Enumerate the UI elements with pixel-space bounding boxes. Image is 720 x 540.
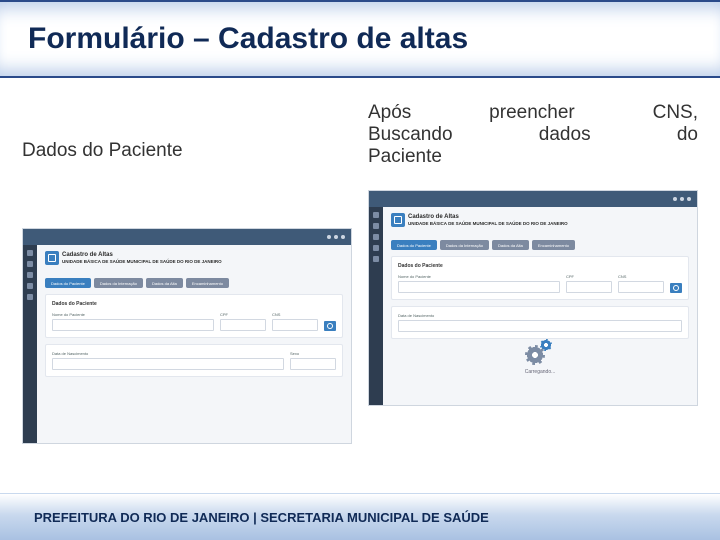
input-cns[interactable] — [618, 281, 664, 293]
sidebar-icon[interactable] — [373, 234, 379, 240]
slide-title: Formulário – Cadastro de altas — [28, 22, 468, 56]
topbar-icon — [341, 235, 345, 239]
footer-text: PREFEITURA DO RIO DE JANEIRO | SECRETARI… — [34, 510, 489, 525]
caption-text: preencher — [489, 102, 575, 124]
page-heading: Cadastro de Altas — [62, 252, 222, 258]
search-button[interactable] — [670, 283, 682, 293]
sidebar-icon[interactable] — [27, 272, 33, 278]
column-right: Após preencher CNS, Buscando dados do Pa… — [368, 102, 698, 444]
page-sub: UNIDADE BÁSICA DE SAÚDE MUNICIPAL DE SAÚ… — [62, 259, 222, 264]
sidebar-icon[interactable] — [373, 256, 379, 262]
left-caption: Dados do Paciente — [22, 102, 352, 218]
footer-bar: PREFEITURA DO RIO DE JANEIRO | SECRETARI… — [0, 493, 720, 540]
label-cns: CNS — [618, 274, 664, 279]
topbar-icon — [680, 197, 684, 201]
app-logo: Cadastro de Altas UNIDADE BÁSICA DE SAÚD… — [45, 251, 222, 265]
app-topbar — [23, 229, 351, 245]
tab-encaminhamento[interactable]: Encaminhamento — [186, 278, 229, 288]
tab-dados-paciente[interactable]: Dados do Paciente — [391, 240, 437, 250]
input-dn[interactable] — [52, 358, 284, 370]
topbar-icon — [334, 235, 338, 239]
left-caption-text: Dados do Paciente — [22, 140, 183, 161]
caption-text: dados — [539, 124, 591, 146]
tabs: Dados do Paciente Dados da Internação Da… — [391, 240, 689, 250]
label-cpf: CPF — [220, 312, 266, 317]
app-sidebar — [369, 207, 383, 405]
content-area: Dados do Paciente — [0, 78, 720, 444]
input-cpf[interactable] — [220, 319, 266, 331]
slide: Formulário – Cadastro de altas Dados do … — [0, 0, 720, 540]
sidebar-icon[interactable] — [27, 294, 33, 300]
logo-icon — [45, 251, 59, 265]
loading-overlay: Carregando... — [383, 339, 697, 375]
label-nome: Nome do Paciente — [398, 274, 560, 279]
sidebar-icon[interactable] — [27, 283, 33, 289]
screenshot-right: Cadastro de Altas UNIDADE BÁSICA DE SAÚD… — [368, 190, 698, 406]
loading-text: Carregando... — [525, 369, 556, 375]
input-dn[interactable] — [398, 320, 682, 332]
page-heading: Cadastro de Altas — [408, 214, 568, 220]
label-nome: Nome do Paciente — [52, 312, 214, 317]
topbar-icon — [673, 197, 677, 201]
topbar-user — [375, 196, 392, 202]
app-topbar — [369, 191, 697, 207]
caption-text: do — [677, 124, 698, 146]
app-body: Cadastro de Altas UNIDADE BÁSICA DE SAÚD… — [383, 207, 697, 405]
sidebar-icon[interactable] — [373, 212, 379, 218]
sidebar-icon[interactable] — [373, 245, 379, 251]
input-nome[interactable] — [398, 281, 560, 293]
label-sexo: Sexo — [290, 351, 336, 356]
card-title: Dados do Paciente — [398, 263, 682, 269]
topbar-icon — [687, 197, 691, 201]
card-dados-paciente: Dados do Paciente Nome do Paciente CPF — [45, 294, 343, 338]
topbar-icon — [327, 235, 331, 239]
caption-text: CNS, — [653, 102, 698, 124]
input-cpf[interactable] — [566, 281, 612, 293]
caption-text: Paciente — [368, 146, 442, 167]
card-title: Dados do Paciente — [52, 301, 336, 307]
label-cpf: CPF — [566, 274, 612, 279]
app-body: Cadastro de Altas UNIDADE BÁSICA DE SAÚD… — [37, 245, 351, 443]
input-nome[interactable] — [52, 319, 214, 331]
app-sidebar — [23, 245, 37, 443]
input-cns[interactable] — [272, 319, 318, 331]
gear-spinner-icon — [525, 339, 553, 367]
app-logo: Cadastro de Altas UNIDADE BÁSICA DE SAÚD… — [391, 213, 568, 227]
tab-encaminhamento[interactable]: Encaminhamento — [532, 240, 575, 250]
page-sub: UNIDADE BÁSICA DE SAÚDE MUNICIPAL DE SAÚ… — [408, 221, 568, 226]
caption-text: Buscando — [368, 124, 453, 146]
card-dados-paciente: Dados do Paciente Nome do Paciente CPF — [391, 256, 689, 300]
sidebar-icon[interactable] — [27, 261, 33, 267]
label-cns: CNS — [272, 312, 318, 317]
right-caption: Após preencher CNS, Buscando dados do Pa… — [368, 102, 698, 180]
topbar-user — [29, 234, 46, 240]
card-secondary: Data de Nascimento Sexo — [45, 344, 343, 377]
column-left: Dados do Paciente — [22, 102, 352, 444]
caption-text: Após — [368, 102, 411, 124]
tab-dados-paciente[interactable]: Dados do Paciente — [45, 278, 91, 288]
card-secondary: Data de Nascimento — [391, 306, 689, 339]
sidebar-icon[interactable] — [373, 223, 379, 229]
screenshot-left: Cadastro de Altas UNIDADE BÁSICA DE SAÚD… — [22, 228, 352, 444]
tab-dados-internacao[interactable]: Dados da Internação — [440, 240, 489, 250]
tab-dados-alta[interactable]: Dados da Alta — [146, 278, 183, 288]
title-bar: Formulário – Cadastro de altas — [0, 0, 720, 78]
sidebar-icon[interactable] — [27, 250, 33, 256]
tab-dados-internacao[interactable]: Dados da Internação — [94, 278, 143, 288]
search-button[interactable] — [324, 321, 336, 331]
label-dn: Data de Nascimento — [52, 351, 284, 356]
tab-dados-alta[interactable]: Dados da Alta — [492, 240, 529, 250]
logo-icon — [391, 213, 405, 227]
tabs: Dados do Paciente Dados da Internação Da… — [45, 278, 343, 288]
input-sexo[interactable] — [290, 358, 336, 370]
label-dn: Data de Nascimento — [398, 313, 682, 318]
